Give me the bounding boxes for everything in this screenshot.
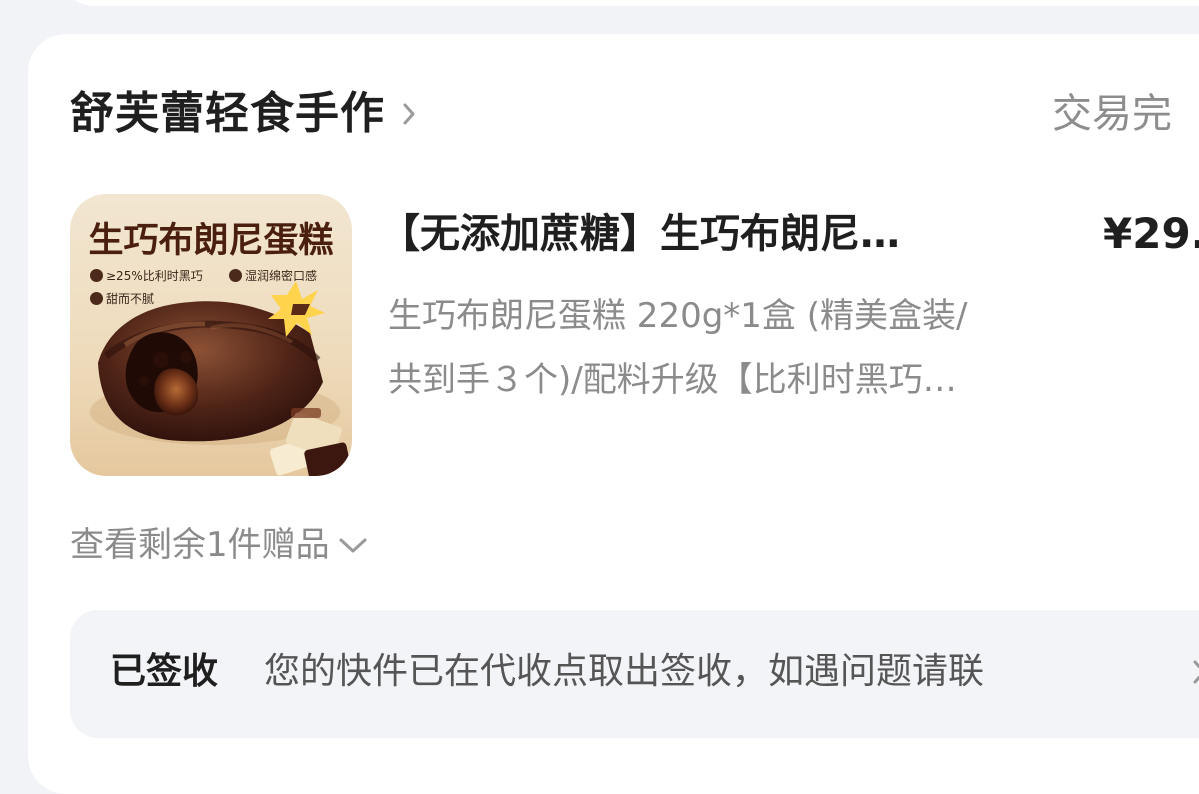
store-name: 舒芙蕾轻食手作 [70, 88, 385, 139]
chevron-right-icon [1188, 648, 1199, 696]
chevron-down-icon [334, 521, 372, 569]
product-spec: 生巧布朗尼蛋糕 220g*1盒 (精美盒装/ 共到手３个)/配料升级【比利时黑巧… [388, 284, 1108, 412]
store-link[interactable]: 舒芙蕾轻食手作 [70, 86, 425, 142]
thumbnail-feature-text: 湿润绵密口感 [245, 269, 318, 283]
thumbnail-feature: ≥25%比利时黑巧 [90, 267, 203, 284]
thumbnail-feature: 甜而不腻 [90, 290, 154, 307]
gifts-label: 查看剩余1件赠品 [70, 525, 330, 565]
previous-order-card-edge [60, 0, 1199, 6]
droplet-icon [229, 269, 242, 282]
thumbnail-feature-text: 甜而不腻 [106, 292, 155, 306]
delivery-status-bar[interactable]: 已签收 您的快件已在代收点取出签收，如遇问题请联 [70, 610, 1199, 738]
crown-icon [90, 269, 103, 282]
product-spec-line: 共到手３个)/配料升级【比利时黑巧… [388, 360, 957, 400]
delivery-message: 您的快件已在代收点取出签收，如遇问题请联 [264, 651, 985, 692]
product-spec-line: 生巧布朗尼蛋糕 220g*1盒 (精美盒装/ [388, 296, 968, 336]
thumbnail-feature: 湿润绵密口感 [229, 267, 317, 284]
order-card[interactable]: 舒芙蕾轻食手作 交易完 生巧布朗尼蛋糕 ≥25%比利时黑巧 湿润绵密口感 甜而不… [28, 34, 1199, 794]
product-name[interactable]: 【无添加蔗糖】生巧布朗尼… [380, 206, 1030, 262]
thumbnail-title: 生巧布朗尼蛋糕 [88, 221, 334, 261]
product-price: ¥29. [1103, 209, 1199, 258]
chevron-right-icon [399, 86, 425, 142]
product-thumbnail[interactable]: 生巧布朗尼蛋糕 ≥25%比利时黑巧 湿润绵密口感 甜而不腻 [70, 194, 352, 476]
thumbnail-feature-text: ≥25%比利时黑巧 [106, 269, 203, 283]
thumbs-up-icon [90, 292, 103, 305]
delivery-status: 已签收 [110, 651, 219, 692]
view-remaining-gifts-button[interactable]: 查看剩余1件赠品 [70, 521, 372, 569]
order-status: 交易完 [1052, 91, 1172, 137]
